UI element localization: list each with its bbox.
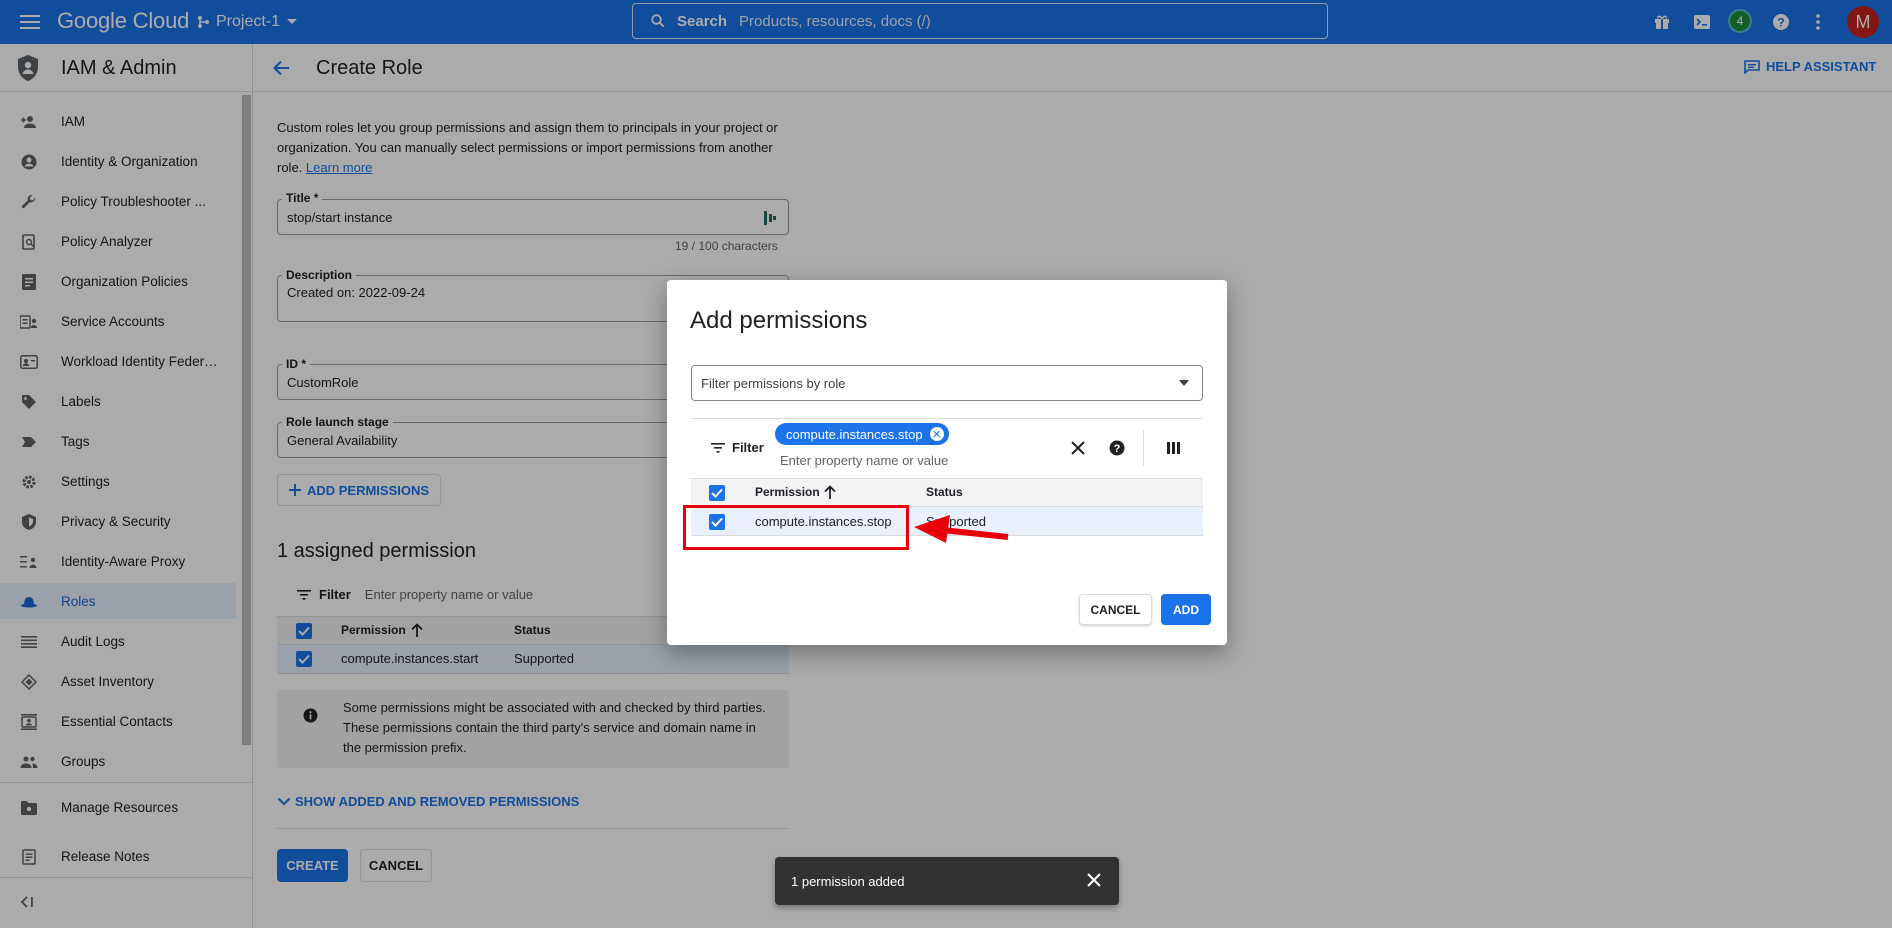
annotation-arrow-icon xyxy=(912,513,1010,545)
toolbar-divider xyxy=(1143,430,1144,466)
dialog-title: Add permissions xyxy=(690,307,868,334)
select-all-checkbox[interactable] xyxy=(709,485,725,501)
column-header-permission[interactable]: Permission xyxy=(755,485,820,499)
filter-by-role-select[interactable]: Filter permissions by role xyxy=(691,365,1203,401)
close-icon[interactable] xyxy=(1087,873,1101,887)
highlight-box xyxy=(683,505,909,550)
column-header-status[interactable]: Status xyxy=(926,485,963,499)
help-icon[interactable]: ? xyxy=(1109,440,1125,456)
chip-label: compute.instances.stop xyxy=(786,426,923,442)
modal-filter-input[interactable]: Enter property name or value xyxy=(780,453,948,468)
column-display-icon[interactable] xyxy=(1167,442,1180,454)
role-select-placeholder: Filter permissions by role xyxy=(701,375,846,391)
modal-filter-button[interactable]: Filter xyxy=(711,440,764,455)
svg-text:?: ? xyxy=(1114,443,1121,455)
filter-icon xyxy=(711,442,725,453)
sort-ascending-icon[interactable] xyxy=(824,485,836,499)
snackbar-message: 1 permission added xyxy=(791,873,905,889)
filter-chip[interactable]: compute.instances.stop ✕ xyxy=(775,423,949,445)
dropdown-arrow-icon xyxy=(1179,380,1189,386)
filter-label: Filter xyxy=(732,440,764,455)
add-permissions-dialog: Add permissions Filter permissions by ro… xyxy=(667,280,1227,645)
dialog-cancel-button[interactable]: CANCEL xyxy=(1079,594,1152,625)
chip-remove-icon[interactable]: ✕ xyxy=(929,427,944,441)
clear-filter-icon[interactable] xyxy=(1071,441,1085,455)
snackbar: 1 permission added xyxy=(775,857,1119,905)
dialog-add-button[interactable]: ADD xyxy=(1161,594,1211,625)
